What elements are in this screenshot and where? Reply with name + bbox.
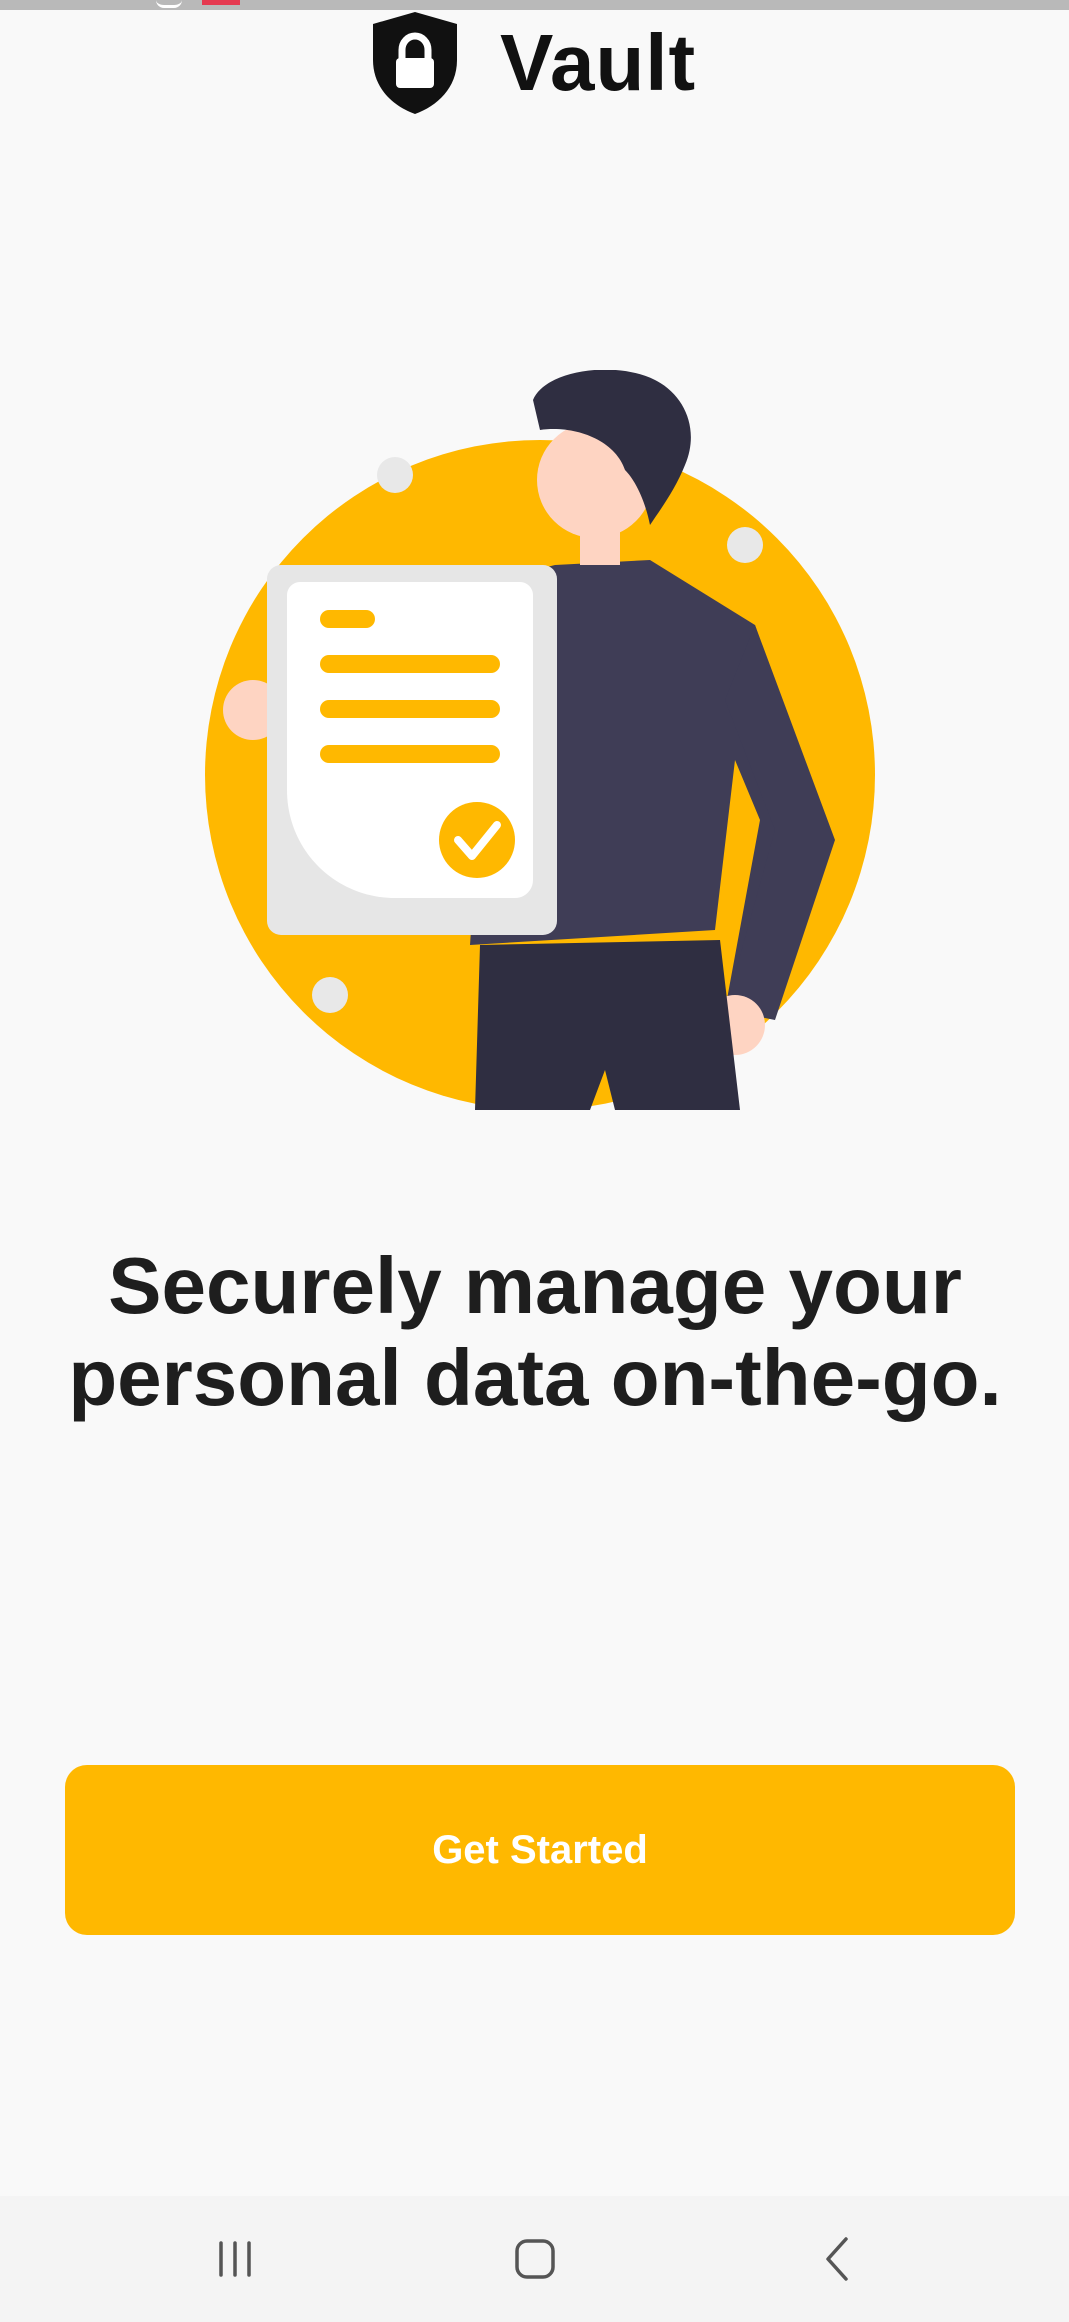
back-icon	[826, 2237, 848, 2281]
home-icon	[515, 2239, 555, 2279]
system-navigation-bar	[0, 2196, 1069, 2322]
onboarding-headline: Securely manage your personal data on-th…	[68, 1241, 1002, 1422]
recent-apps-icon	[219, 2241, 251, 2277]
back-button[interactable]	[803, 2224, 873, 2294]
shield-lock-icon	[373, 12, 457, 114]
app-logo: Vault	[360, 8, 696, 118]
status-icons	[150, 0, 240, 8]
whatsapp-icon	[156, 0, 182, 8]
person-holding-document-illustration	[205, 370, 875, 1110]
home-button[interactable]	[500, 2224, 570, 2294]
get-started-button[interactable]: Get Started	[65, 1765, 1015, 1935]
notification-icon	[202, 0, 240, 5]
recent-apps-button[interactable]	[200, 2224, 270, 2294]
hero-illustration	[195, 370, 895, 1110]
brand-name: Vault	[500, 18, 697, 107]
onboarding-screen: Vault Securely manage your personal data…	[0, 0, 1069, 2322]
